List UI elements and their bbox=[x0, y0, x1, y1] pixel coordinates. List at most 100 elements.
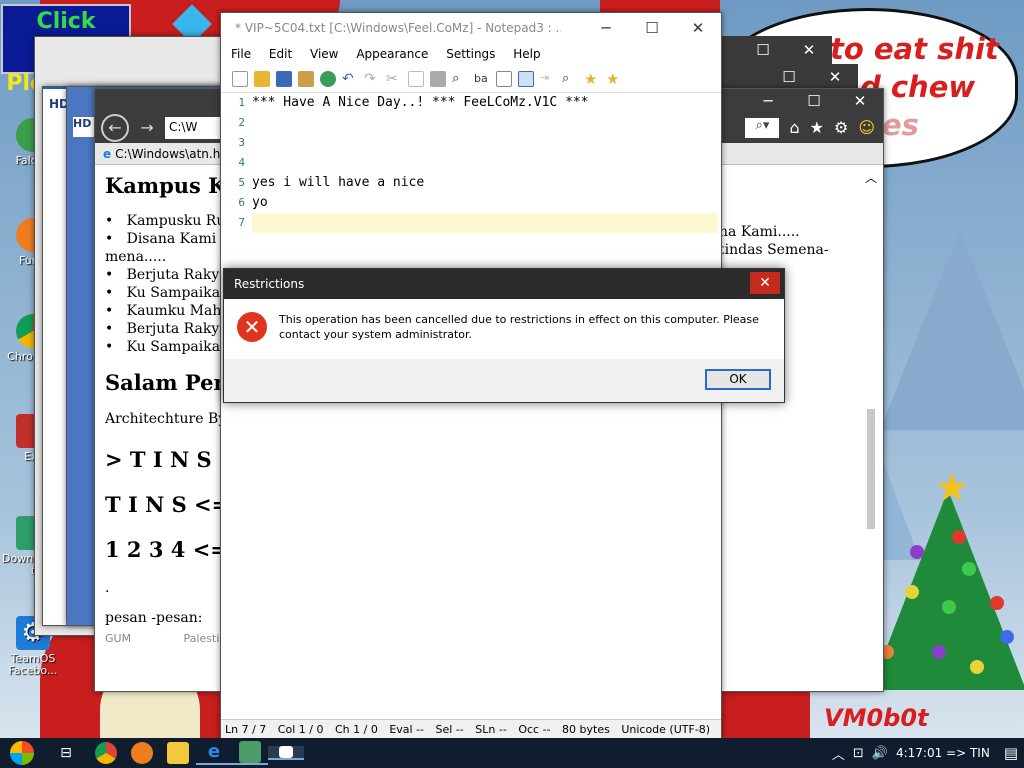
dialog-title: Restrictions bbox=[234, 277, 305, 291]
forward-icon[interactable]: → bbox=[135, 116, 159, 140]
redo-icon[interactable]: ↷ bbox=[364, 71, 380, 87]
windows-start-icon bbox=[10, 741, 34, 765]
editor-line: yo bbox=[252, 195, 268, 210]
status-sln: SLn -- bbox=[475, 723, 507, 736]
close-icon[interactable]: ✕ bbox=[837, 89, 883, 113]
replace-icon[interactable]: ba bbox=[474, 71, 490, 87]
ie-icon: e bbox=[207, 741, 221, 762]
cut-icon[interactable]: ✂ bbox=[386, 71, 402, 87]
search-icon[interactable]: ⌕▾ bbox=[745, 118, 780, 138]
save-icon[interactable] bbox=[276, 70, 292, 87]
right-text: tindas Semena- bbox=[719, 242, 829, 258]
signature-text: VM0b0t bbox=[824, 704, 929, 732]
zoom-icon[interactable]: ⌕ bbox=[562, 71, 578, 87]
task-view-icon[interactable]: ⊟ bbox=[44, 745, 88, 761]
start-button[interactable] bbox=[0, 738, 44, 768]
background-window-titlebar[interactable]: ☐ ✕ bbox=[720, 36, 832, 64]
status-encoding: Unicode (UTF-8) bbox=[621, 723, 711, 736]
home-icon[interactable]: ⌂ bbox=[789, 118, 799, 138]
favorites-icon[interactable]: ★ bbox=[584, 71, 600, 87]
minimize-icon[interactable]: ─ bbox=[745, 89, 791, 113]
chevron-up-icon[interactable]: ︿ bbox=[832, 744, 845, 763]
goto-icon[interactable] bbox=[496, 70, 512, 87]
taskbar-notepad[interactable] bbox=[232, 741, 268, 765]
maximize-icon[interactable]: ☐ bbox=[791, 89, 837, 113]
maximize-icon[interactable]: ☐ bbox=[740, 36, 786, 64]
close-icon[interactable]: ✕ bbox=[812, 64, 858, 90]
close-icon[interactable]: ✕ bbox=[786, 36, 832, 64]
find-icon[interactable]: ⌕ bbox=[452, 71, 468, 87]
refresh-icon[interactable] bbox=[320, 70, 336, 87]
ornament bbox=[932, 645, 946, 659]
close-icon[interactable]: ✕ bbox=[750, 272, 780, 294]
background-window-titlebar[interactable]: ☐ ✕ bbox=[720, 64, 858, 90]
editor-text-area[interactable]: *** Have A Nice Day..! *** FeeLCoMz.V1C … bbox=[252, 93, 718, 713]
firefox-icon bbox=[131, 742, 153, 764]
taskbar-dialog[interactable] bbox=[268, 746, 304, 760]
indent-icon[interactable]: ⇥ bbox=[540, 71, 556, 87]
hd-label: HD bbox=[73, 117, 95, 137]
scrollbar-thumb[interactable] bbox=[867, 409, 875, 529]
dialog-titlebar[interactable]: Restrictions ✕ bbox=[224, 269, 784, 299]
restrictions-dialog[interactable]: Restrictions ✕ ✕ This operation has been… bbox=[223, 268, 785, 403]
status-bar: Ln 7 / 7 Col 1 / 0 Ch 1 / 0 Eval -- Sel … bbox=[221, 719, 721, 739]
system-tray: ︿ ⊡ 🔊 4:17:01 => TIN ▤ bbox=[832, 744, 1024, 763]
line-number: 4 bbox=[238, 156, 245, 169]
menu-settings[interactable]: Settings bbox=[446, 47, 495, 61]
ok-button[interactable]: OK bbox=[705, 369, 771, 390]
smiley-icon[interactable]: ☺ bbox=[858, 118, 875, 138]
scroll-up-icon[interactable]: ︿ bbox=[863, 169, 879, 186]
add-favorite-icon[interactable]: ★ bbox=[606, 71, 622, 87]
network-icon[interactable]: ⊡ bbox=[853, 746, 864, 761]
ornament bbox=[910, 545, 924, 559]
paste-icon[interactable] bbox=[430, 70, 446, 87]
save-as-icon[interactable] bbox=[298, 70, 314, 87]
taskbar-explorer[interactable] bbox=[160, 742, 196, 764]
desktop-icon-label: TeamOS Facebo... bbox=[8, 652, 58, 677]
menu-help[interactable]: Help bbox=[513, 47, 540, 61]
favorites-star-icon[interactable]: ★ bbox=[810, 118, 824, 138]
notifications-icon[interactable]: ▤ bbox=[1004, 744, 1018, 762]
ornament bbox=[1000, 630, 1014, 644]
taskbar-ie[interactable]: e bbox=[196, 741, 232, 765]
chrome-icon bbox=[95, 742, 117, 764]
volume-icon[interactable]: 🔊 bbox=[872, 746, 888, 761]
status-occ: Occ -- bbox=[518, 723, 551, 736]
maximize-icon[interactable]: ☐ bbox=[629, 13, 675, 43]
maximize-icon[interactable]: ☐ bbox=[766, 64, 812, 90]
line-number: 6 bbox=[238, 196, 245, 209]
notepad-titlebar[interactable]: * VIP~5C04.txt [C:\Windows\Feel.CoMz] - … bbox=[221, 13, 721, 43]
open-folder-icon[interactable] bbox=[254, 70, 270, 87]
line-number: 5 bbox=[238, 176, 245, 189]
folder-icon bbox=[167, 742, 189, 764]
close-icon[interactable]: ✕ bbox=[675, 13, 721, 43]
notepad-icon bbox=[239, 741, 261, 763]
back-icon[interactable]: ← bbox=[101, 114, 129, 142]
menu-edit[interactable]: Edit bbox=[269, 47, 292, 61]
taskbar-firefox[interactable] bbox=[124, 742, 160, 764]
scrollbar[interactable]: ︿ bbox=[863, 169, 879, 539]
status-eval: Eval -- bbox=[389, 723, 425, 736]
wordwrap-icon[interactable] bbox=[518, 70, 534, 87]
copy-icon[interactable] bbox=[408, 70, 424, 87]
line-number: 2 bbox=[238, 116, 245, 129]
status-ch: Ch 1 / 0 bbox=[334, 723, 378, 736]
settings-gear-icon[interactable]: ⚙ bbox=[834, 118, 848, 138]
menu-appearance[interactable]: Appearance bbox=[356, 47, 428, 61]
menu-file[interactable]: File bbox=[231, 47, 251, 61]
editor-line: *** Have A Nice Day..! *** FeeLCoMz.V1C … bbox=[252, 95, 589, 110]
undo-icon[interactable]: ↶ bbox=[342, 71, 358, 87]
menu-view[interactable]: View bbox=[310, 47, 338, 61]
editor-line: yes i will have a nice bbox=[252, 175, 425, 190]
menu-bar: File Edit View Appearance Settings Help bbox=[221, 43, 721, 65]
line-number: 3 bbox=[238, 136, 245, 149]
minimize-icon[interactable]: ─ bbox=[583, 13, 629, 43]
ornament bbox=[990, 596, 1004, 610]
notepad-title: * VIP~5C04.txt [C:\Windows\Feel.CoMz] - … bbox=[235, 21, 561, 35]
ornament bbox=[905, 585, 919, 599]
taskbar-chrome[interactable] bbox=[88, 742, 124, 764]
address-bar[interactable]: C:\W bbox=[165, 117, 225, 139]
new-file-icon[interactable] bbox=[232, 70, 248, 87]
taskbar-clock[interactable]: 4:17:01 => TIN bbox=[896, 746, 990, 760]
